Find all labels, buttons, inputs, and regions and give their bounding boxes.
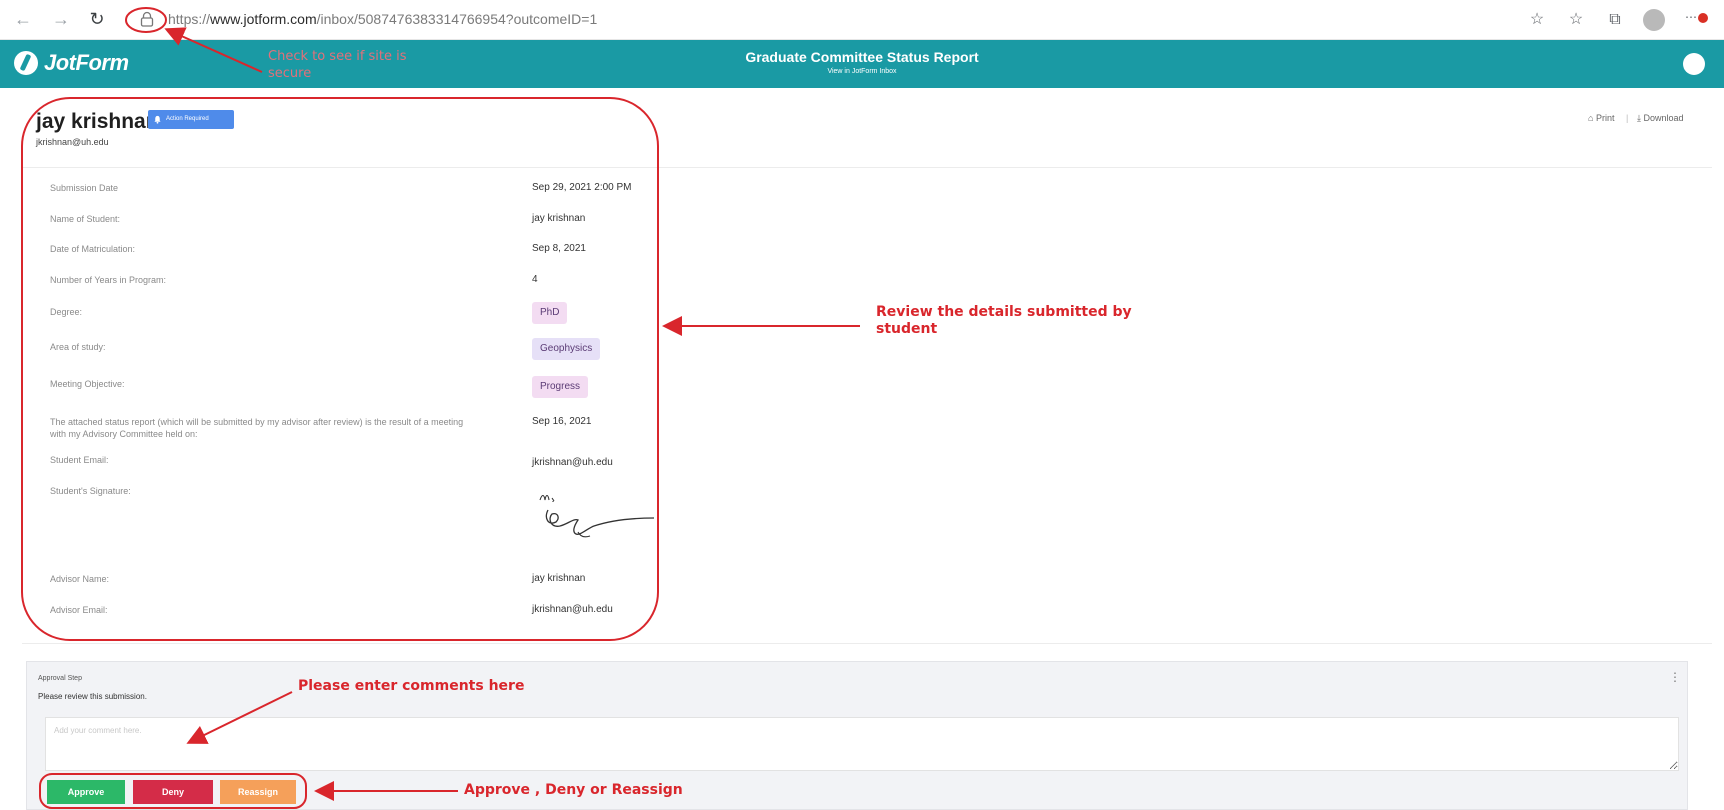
collections-icon[interactable]: ⧉ <box>1604 9 1626 31</box>
field-value-degree: PhD <box>532 302 568 324</box>
url-prefix: https:// <box>168 11 211 27</box>
app-header: JotForm Graduate Committee Status Report… <box>0 40 1724 88</box>
field-label-submission-date: Submission Date <box>50 183 119 193</box>
annotation-review-details: Review the details submitted by student <box>876 304 1132 337</box>
approval-description: Please review this submission. <box>38 692 147 701</box>
field-label-student-name: Name of Student: <box>50 214 121 224</box>
submitter-email: jkrishnan@uh.edu <box>36 137 109 147</box>
field-value-years: 4 <box>532 274 538 285</box>
annotation-enter-comments: Please enter comments here <box>298 678 525 694</box>
details-highlight-box <box>21 97 659 641</box>
annotation-approve-deny-reassign: Approve , Deny or Reassign <box>464 782 683 798</box>
address-bar[interactable]: https://www.jotform.com/inbox/5087476383… <box>168 11 597 27</box>
approval-step-label: Approval Step <box>38 675 82 682</box>
download-icon: ⤓ <box>1637 113 1641 123</box>
field-value-submission-date: Sep 29, 2021 2:00 PM <box>532 182 632 193</box>
annotation-secure-check: Check to see if site is secure <box>268 49 407 81</box>
field-value-matriculation: Sep 8, 2021 <box>532 243 586 254</box>
field-value-area: Geophysics <box>532 338 601 360</box>
submitter-name: jay krishnan <box>36 110 159 133</box>
download-button[interactable]: ⤓ Download <box>1637 113 1684 124</box>
print-button[interactable]: ⌂ Print <box>1588 113 1614 123</box>
field-value-advisor-name: jay krishnan <box>532 573 586 584</box>
section-divider <box>22 643 1712 644</box>
field-value-student-email: jkrishnan@uh.edu <box>532 457 613 468</box>
form-title: Graduate Committee Status Report <box>745 49 979 65</box>
url-domain: www.jotform.com <box>210 11 317 27</box>
url-path: /inbox/5087476383314766954?outcomeID=1 <box>316 11 598 27</box>
approve-button[interactable]: Approve <box>47 780 125 804</box>
forward-icon[interactable]: → <box>50 8 72 30</box>
field-label-signature: Student's Signature: <box>50 486 131 496</box>
action-separator: | <box>1626 113 1629 123</box>
notification-dot <box>1698 12 1708 23</box>
home-icon: ⌂ <box>1588 113 1594 123</box>
browser-toolbar: ← → ↻ https://www.jotform.com/inbox/5087… <box>0 0 1724 40</box>
student-signature <box>539 494 655 538</box>
print-label: Print <box>1595 113 1615 123</box>
more-options-icon[interactable]: ⋮ <box>1669 670 1681 684</box>
reload-icon[interactable]: ↻ <box>86 8 108 30</box>
badge-label: Action Required <box>166 116 209 122</box>
field-value-student-name: jay krishnan <box>532 213 586 224</box>
field-label-matriculation: Date of Matriculation: <box>50 244 136 254</box>
profile-icon[interactable] <box>1643 9 1665 31</box>
field-label-degree: Degree: <box>50 307 83 317</box>
field-label-advisor-email: Advisor Email: <box>50 605 108 615</box>
bell-icon <box>154 115 161 124</box>
favorites-add-icon[interactable]: ☆ <box>1526 9 1548 31</box>
field-label-student-email: Student Email: <box>50 455 109 465</box>
deny-button[interactable]: Deny <box>133 780 213 804</box>
action-required-badge: Action Required <box>148 110 234 129</box>
comment-input[interactable] <box>45 717 1679 771</box>
view-inbox-link[interactable]: View in JotForm Inbox <box>0 68 1724 75</box>
field-value-advisor-email: jkrishnan@uh.edu <box>532 604 613 615</box>
favorites-icon[interactable]: ☆ <box>1565 9 1587 31</box>
field-label-area: Area of study: <box>50 342 106 352</box>
lock-icon[interactable] <box>140 11 154 27</box>
field-value-objective: Progress <box>532 376 589 398</box>
field-label-meeting-date: The attached status report (which will b… <box>50 417 464 439</box>
download-label: Download <box>1643 113 1684 123</box>
field-label-advisor-name: Advisor Name: <box>50 574 110 584</box>
back-icon[interactable]: ← <box>12 8 34 30</box>
notifications-icon[interactable]: ⋯ <box>1685 10 1708 24</box>
header-divider <box>22 167 1712 168</box>
field-label-objective: Meeting Objective: <box>50 379 125 389</box>
reassign-button[interactable]: Reassign <box>220 780 296 804</box>
user-avatar[interactable] <box>1683 53 1705 75</box>
field-label-years: Number of Years in Program: <box>50 275 167 285</box>
field-value-meeting-date: Sep 16, 2021 <box>532 416 592 427</box>
